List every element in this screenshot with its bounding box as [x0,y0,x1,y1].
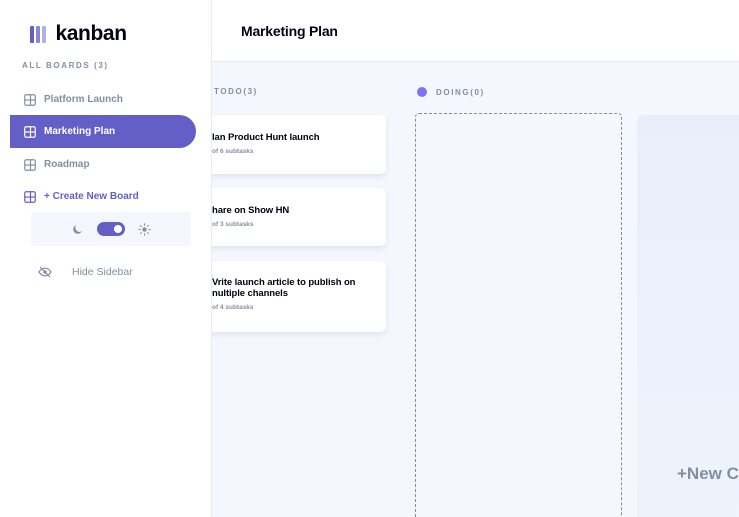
task-card[interactable]: hare on Show HN of 3 subtasks [212,188,386,246]
sidebar-item-label: Marketing Plan [44,126,116,137]
switch-knob [114,225,122,233]
theme-toggle-panel [31,212,191,246]
task-card[interactable]: Vrite launch article to publish on nulti… [212,261,386,332]
hide-sidebar-button[interactable]: Hide Sidebar [38,266,133,278]
new-column-button[interactable]: +New C [637,115,739,517]
column-header-doing: DOING(0) [417,87,485,97]
board-icon [24,93,36,106]
task-subtasks: of 3 subtasks [212,221,254,228]
sidebar-item-label: Roadmap [44,159,90,170]
column-header-todo: TODO(3) [214,87,258,96]
theme-switch[interactable] [97,222,125,236]
create-board-label: + Create New Board [44,191,139,202]
create-new-board-button[interactable]: + Create New Board [10,180,196,213]
board-icon [24,190,36,203]
task-title: hare on Show HN [212,205,290,216]
task-subtasks: of 6 subtasks [212,148,254,155]
sidebar-item-platform-launch[interactable]: Platform Launch [10,83,196,116]
board-area: Marketing Plan TODO(3) DOING(0) lan Prod… [212,0,739,517]
logo-text: kanban [55,22,128,45]
eye-slash-icon [38,266,52,278]
board-icon [24,158,36,171]
kanban-logo-icon [30,25,46,43]
sidebar-item-marketing-plan[interactable]: Marketing Plan [10,115,196,148]
new-column-label: +New C [677,464,739,483]
hide-sidebar-label: Hide Sidebar [72,266,133,278]
empty-column-dropzone[interactable] [415,113,622,517]
moon-icon [71,222,85,236]
sun-icon [137,222,151,236]
task-title-line-1: Vrite launch article to publish on [212,277,356,288]
logo: kanban [30,22,127,46]
sidebar: kanban ALL BOARDS (3) Platform Launch Ma… [0,0,212,517]
task-title: lan Product Hunt launch [212,132,320,143]
sidebar-item-label: Platform Launch [44,94,123,105]
column-title: DOING(0) [436,87,485,97]
task-title-line-2: nultiple channels [212,288,288,299]
sidebar-item-roadmap[interactable]: Roadmap [10,148,196,181]
column-title: TODO(3) [214,87,258,96]
page-title: Marketing Plan [241,23,338,39]
task-subtasks: of 4 subtasks [212,304,254,311]
header: Marketing Plan [212,0,739,62]
column-color-dot [417,87,427,97]
task-card[interactable]: lan Product Hunt launch of 6 subtasks [212,115,386,174]
boards-section-title: ALL BOARDS (3) [22,61,109,70]
board-icon [24,125,36,138]
